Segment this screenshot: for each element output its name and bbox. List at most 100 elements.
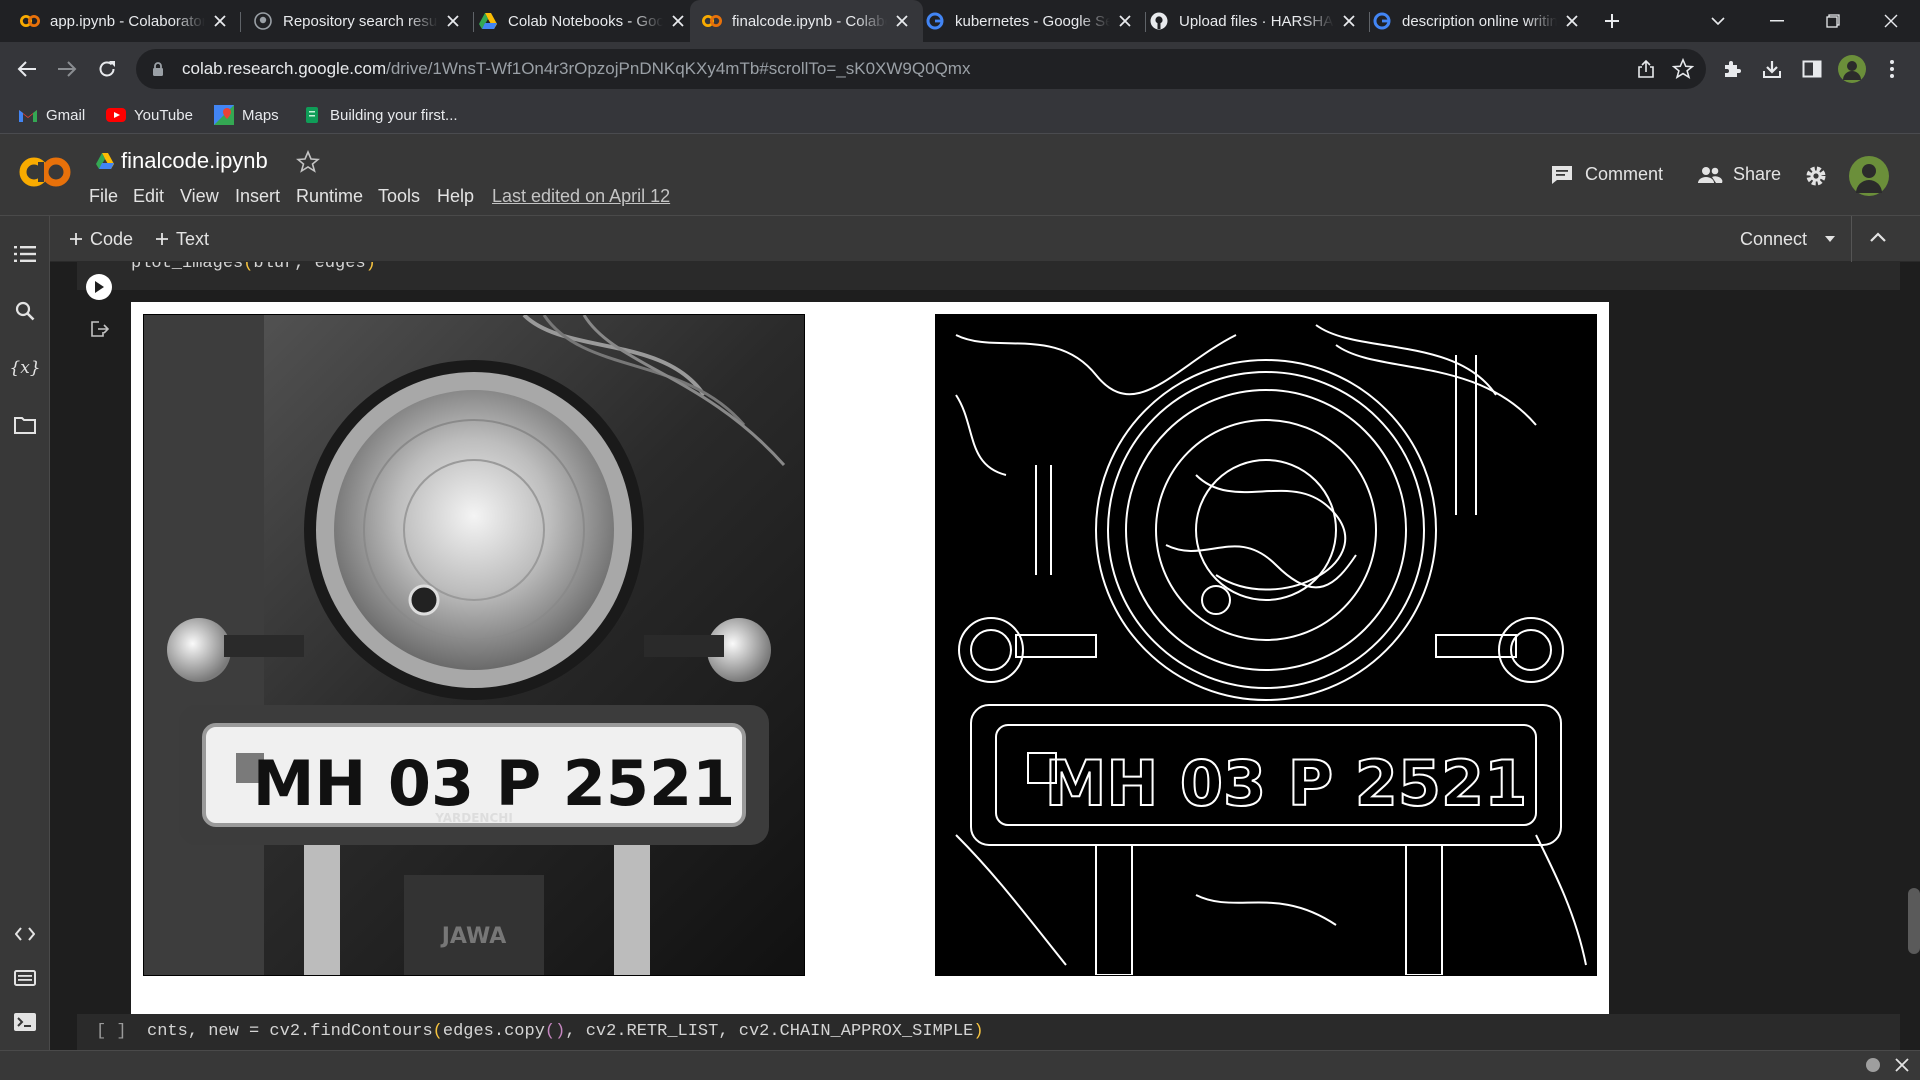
badge-text: JAWA	[440, 924, 507, 949]
close-status-icon[interactable]	[1895, 1058, 1909, 1072]
status-dot-icon[interactable]	[1866, 1058, 1880, 1072]
browser-tab[interactable]: description online writing	[1360, 0, 1593, 42]
comment-icon	[1551, 165, 1573, 185]
share-label: Share	[1733, 164, 1782, 184]
share-button[interactable]: Share	[1697, 164, 1781, 185]
google-icon	[1372, 11, 1392, 31]
bookmark-gmail[interactable]: Gmail	[18, 96, 85, 134]
browser-tab-strip: app.ipynb - Colaboratory Repository sear…	[0, 0, 1920, 42]
bookmarks-bar: Gmail YouTube Maps Building your first..…	[0, 96, 1920, 134]
menu-edit[interactable]: Edit	[133, 186, 164, 207]
edges-image: MH 03 P 2521	[935, 314, 1597, 976]
code-cell-editor[interactable]: plot_images(blur, edges)	[77, 262, 1900, 290]
colab-logo[interactable]	[18, 154, 72, 190]
bookmark-label: Maps	[242, 106, 279, 124]
folder-icon[interactable]	[9, 409, 41, 441]
minimize-icon[interactable]	[1764, 8, 1790, 34]
browser-tab[interactable]: app.ipynb - Colaboratory	[8, 0, 241, 42]
close-icon[interactable]	[893, 12, 911, 30]
collapse-header-chevron-icon[interactable]	[1870, 232, 1886, 242]
user-avatar[interactable]	[1849, 156, 1889, 196]
terminal-icon[interactable]	[9, 1006, 41, 1038]
reload-icon[interactable]	[89, 51, 125, 87]
close-icon[interactable]	[1116, 12, 1134, 30]
comment-button[interactable]: Comment	[1551, 164, 1663, 185]
code-cell-editor[interactable]: [ ] cnts, new = cv2.findContours(edges.c…	[77, 1014, 1900, 1050]
play-icon	[95, 281, 104, 293]
menu-help[interactable]: Help	[437, 186, 474, 207]
close-icon[interactable]	[1340, 12, 1358, 30]
back-arrow-icon[interactable]	[9, 51, 45, 87]
output-action-icon[interactable]	[91, 321, 109, 337]
new-tab-icon[interactable]	[1598, 7, 1626, 35]
scrollbar-thumb[interactable]	[1908, 888, 1920, 954]
bookmark-youtube[interactable]: YouTube	[106, 96, 193, 134]
settings-gear-icon[interactable]	[1804, 164, 1828, 188]
address-bar[interactable]: colab.research.google.com/drive/1WnsT-Wf…	[136, 49, 1706, 89]
command-palette-icon[interactable]	[9, 962, 41, 994]
lock-icon[interactable]	[152, 60, 168, 78]
bookmark-star-icon[interactable]	[1672, 58, 1694, 80]
tab-title: Repository search results	[283, 12, 438, 30]
gmail-icon	[18, 105, 38, 125]
restore-icon[interactable]	[1820, 8, 1846, 34]
star-icon[interactable]	[296, 150, 320, 174]
blur-image: MH 03 P 2521 YARDENCHI JAWA	[143, 314, 805, 976]
url-host: colab.research.google.com	[182, 59, 387, 78]
bookmark-page-icon	[302, 105, 322, 125]
close-icon[interactable]	[211, 12, 229, 30]
drive-icon	[95, 152, 115, 170]
status-bar	[0, 1050, 1920, 1080]
extensions-puzzle-icon[interactable]	[1714, 51, 1750, 87]
close-icon[interactable]	[1563, 12, 1581, 30]
menu-runtime[interactable]: Runtime	[296, 186, 363, 207]
search-icon[interactable]	[9, 295, 41, 327]
plate-edge-text: MH 03 P 2521	[1045, 747, 1528, 820]
google-drive-icon	[478, 11, 498, 31]
close-icon[interactable]	[669, 12, 687, 30]
table-of-contents-icon[interactable]	[9, 238, 41, 270]
browser-tab[interactable]: Repository search results	[241, 0, 474, 42]
kebab-menu-icon[interactable]	[1874, 51, 1910, 87]
notebook-toolbar: Code Text Connect	[50, 216, 1920, 262]
run-cell-button[interactable]	[86, 274, 112, 300]
add-text-label: Text	[176, 228, 210, 249]
browser-tab-active[interactable]: finalcode.ipynb - Colaboratory	[690, 0, 923, 42]
bookmark-label: Building your first...	[330, 106, 458, 124]
add-text-cell-button[interactable]: Text	[156, 216, 209, 262]
bookmark-label: Gmail	[46, 106, 86, 124]
side-panel-icon[interactable]	[1794, 51, 1830, 87]
forward-arrow-icon[interactable]	[49, 51, 85, 87]
last-edited-link[interactable]: Last edited on April 12	[492, 186, 670, 207]
browser-tab[interactable]: kubernetes - Google Search	[913, 0, 1146, 42]
add-code-cell-button[interactable]: Code	[70, 216, 133, 262]
github-icon	[253, 11, 273, 31]
menu-file[interactable]: File	[89, 186, 118, 207]
bookmark-label: YouTube	[134, 106, 193, 124]
download-icon[interactable]	[1754, 51, 1790, 87]
bookmark-building-first[interactable]: Building your first...	[302, 96, 458, 134]
profile-avatar-icon[interactable]	[1834, 51, 1870, 87]
menu-view[interactable]: View	[180, 186, 219, 207]
youtube-icon	[106, 105, 126, 125]
connect-button[interactable]: Connect	[1740, 216, 1836, 262]
bookmark-maps[interactable]: Maps	[214, 96, 279, 134]
code-snippets-icon[interactable]	[9, 918, 41, 950]
window-close-icon[interactable]	[1878, 8, 1904, 34]
url-text[interactable]: colab.research.google.com/drive/1WnsT-Wf…	[182, 59, 970, 79]
browser-tab[interactable]: Colab Notebooks - Google Drive	[466, 0, 699, 42]
close-icon[interactable]	[444, 12, 462, 30]
tab-search-chevron-icon[interactable]	[1706, 9, 1730, 33]
tab-title: app.ipynb - Colaboratory	[50, 12, 205, 30]
url-path: /drive/1WnsT-Wf1On4r3rOpzojPnDNKqKXy4mTb…	[386, 59, 971, 78]
caret-down-icon[interactable]	[1825, 236, 1836, 242]
colab-icon	[702, 11, 722, 31]
menu-tools[interactable]: Tools	[378, 186, 420, 207]
notebook-title[interactable]: finalcode.ipynb	[121, 148, 268, 174]
menu-insert[interactable]: Insert	[235, 186, 280, 207]
browser-tab[interactable]: Upload files · HARSHA	[1137, 0, 1370, 42]
cell-exec-bracket[interactable]: [ ]	[96, 1022, 127, 1041]
cell-output-figure: MH 03 P 2521 YARDENCHI JAWA MH 03 P 2521	[131, 302, 1609, 1026]
variables-icon[interactable]: {x}	[9, 352, 41, 384]
share-page-icon[interactable]	[1636, 59, 1656, 79]
